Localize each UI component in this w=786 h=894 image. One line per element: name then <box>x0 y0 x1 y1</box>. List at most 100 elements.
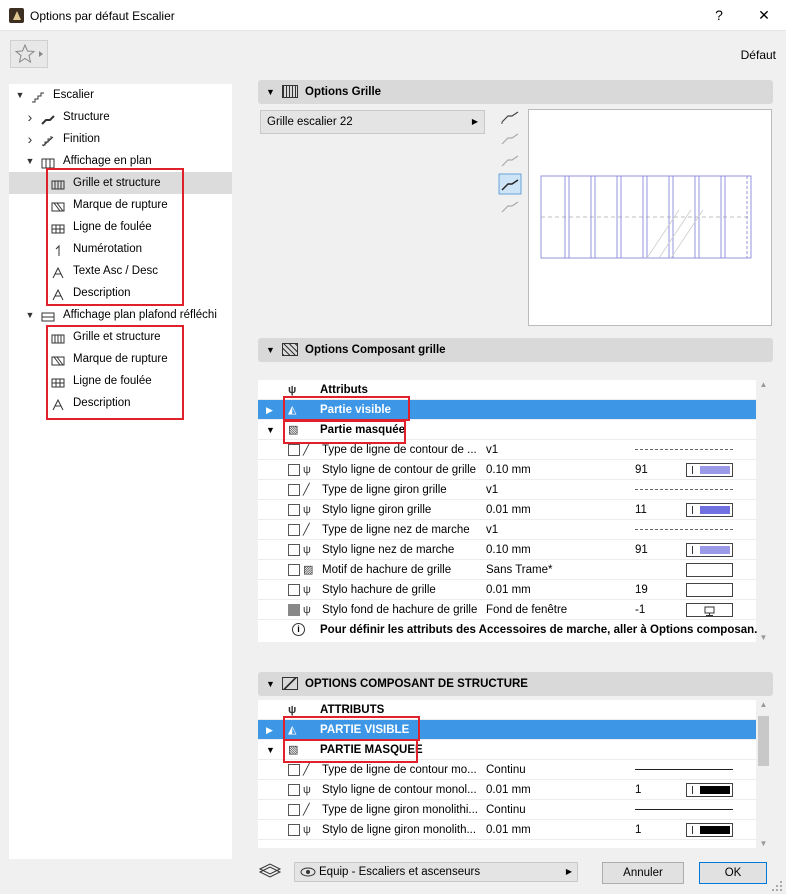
override-checkbox[interactable] <box>288 584 300 596</box>
tree-item-label: Affichage plan plafond réfléchi <box>63 309 217 321</box>
override-checkbox[interactable] <box>288 564 300 576</box>
attribute-value[interactable]: 0.01 mm <box>486 500 531 520</box>
ok-button[interactable]: OK <box>699 862 767 884</box>
line-preview <box>635 489 733 490</box>
layer-icon[interactable] <box>258 862 284 882</box>
pen-number[interactable]: 91 <box>635 460 648 480</box>
attribute-row[interactable]: ╱ Type de ligne giron monolithi... Continu <box>258 800 756 820</box>
override-checkbox[interactable] <box>288 804 300 816</box>
attribute-row[interactable]: ╱ Type de ligne de contour mo... Continu <box>258 760 756 780</box>
pen-color-swatch[interactable] <box>686 583 733 597</box>
section-grid-component[interactable]: ▼ Options Composant grille <box>258 338 773 362</box>
attribute-value[interactable]: 0.01 mm <box>486 580 531 600</box>
override-checkbox[interactable] <box>288 464 300 476</box>
override-checkbox[interactable] <box>288 524 300 536</box>
cancel-button[interactable]: Annuler <box>602 862 684 884</box>
tree-item[interactable]: › Finition <box>9 128 232 150</box>
stair-view-icon-2[interactable] <box>501 133 519 145</box>
attribute-value[interactable]: 0.01 mm <box>486 780 531 800</box>
tree-item[interactable]: ▼ Affichage plan plafond réfléchi <box>9 304 232 326</box>
override-checkbox[interactable] <box>288 444 300 456</box>
override-checkbox[interactable] <box>288 784 300 796</box>
attribute-row[interactable]: ψ Stylo ligne de contour monol... 0.01 mm 1 <box>258 780 756 800</box>
attribute-value[interactable]: Continu <box>486 760 526 780</box>
pen-number[interactable]: 11 <box>635 500 647 520</box>
override-checkbox[interactable] <box>288 484 300 496</box>
section-grid-options[interactable]: ▼ Options Grille <box>258 80 773 104</box>
attribute-value[interactable]: 0.10 mm <box>486 540 531 560</box>
stair-view-icon-3[interactable] <box>501 155 519 167</box>
override-checkbox[interactable] <box>288 604 300 616</box>
title-bar: Options par défaut Escalier ? ✕ <box>0 0 786 31</box>
collapse-arrow-icon[interactable]: ▼ <box>266 740 275 760</box>
pen-color-swatch[interactable] <box>686 463 733 477</box>
layer-select[interactable]: Equip - Escaliers et ascenseurs ▶ <box>294 862 578 882</box>
attribute-value[interactable]: 0.10 mm <box>486 460 531 480</box>
attribute-value[interactable]: v1 <box>486 480 498 500</box>
collapse-arrow-icon[interactable]: ▼ <box>15 84 25 106</box>
help-button[interactable]: ? <box>697 0 741 31</box>
override-checkbox[interactable] <box>288 824 300 836</box>
attribute-row[interactable]: ψ Stylo fond de hachure de grille Fond de … <box>258 600 756 620</box>
expand-arrow-icon[interactable]: › <box>25 128 35 150</box>
attribute-label: Stylo hachure de grille <box>322 584 436 596</box>
override-checkbox[interactable] <box>288 764 300 776</box>
pen-color-swatch[interactable] <box>686 563 733 577</box>
collapse-arrow-icon[interactable]: ▼ <box>266 420 275 440</box>
pen-number[interactable]: 1 <box>635 780 641 800</box>
pen-number[interactable]: -1 <box>635 600 645 620</box>
scroll-thumb[interactable] <box>758 716 769 766</box>
grid-type-select[interactable]: Grille escalier 22 ▶ <box>260 110 485 134</box>
grid-type-value: Grille escalier 22 <box>267 116 353 128</box>
expand-arrow-icon[interactable]: ▶ <box>266 720 273 740</box>
attribute-row[interactable]: ▨ Motif de hachure de grille Sans Trame* <box>258 560 756 580</box>
expand-arrow-icon[interactable]: ▶ <box>266 400 273 420</box>
attribute-row[interactable]: ψ Stylo ligne giron grille 0.01 mm 11 <box>258 500 756 520</box>
scroll-up-icon[interactable]: ▲ <box>757 380 770 389</box>
pen-color-swatch[interactable] <box>686 503 733 517</box>
pen-color-swatch[interactable] <box>686 543 733 557</box>
attribute-row[interactable]: ψ Stylo hachure de grille 0.01 mm 19 <box>258 580 756 600</box>
stair-view-icon-1[interactable] <box>501 111 519 124</box>
pen-number[interactable]: 91 <box>635 540 648 560</box>
attribute-row[interactable]: ψ Stylo ligne nez de marche 0.10 mm 91 <box>258 540 756 560</box>
highlight-box-ceiling <box>46 325 184 420</box>
expand-arrow-icon[interactable]: › <box>25 106 35 128</box>
attribute-row[interactable]: ╱ Type de ligne nez de marche v1 <box>258 520 756 540</box>
close-button[interactable]: ✕ <box>742 0 786 31</box>
line-type-icon: ╱ <box>303 524 310 536</box>
attribute-row[interactable]: ψ Stylo ligne de contour de grille 0.10 mm… <box>258 460 756 480</box>
grid-table-scrollbar[interactable]: ▲ ▼ <box>757 380 770 642</box>
attribute-value[interactable]: v1 <box>486 520 498 540</box>
structure-table-scrollbar[interactable]: ▲ ▼ <box>757 700 770 848</box>
scroll-down-icon[interactable]: ▼ <box>757 633 770 642</box>
stair-view-icon-5[interactable] <box>501 201 519 213</box>
tree-item[interactable]: ▼ Escalier <box>9 84 232 106</box>
pen-color-swatch[interactable] <box>686 783 733 797</box>
attribute-row[interactable]: ψ Stylo de ligne giron monolith... 0.01 mm… <box>258 820 756 840</box>
attribute-value[interactable]: Fond de fenêtre <box>486 600 567 620</box>
collapse-arrow-icon[interactable]: ▼ <box>25 150 35 172</box>
attribute-row[interactable]: ╱ Type de ligne giron grille v1 <box>258 480 756 500</box>
info-text: Pour définir les attributs des Accessoir… <box>320 624 764 636</box>
override-checkbox[interactable] <box>288 544 300 556</box>
attribute-value[interactable]: Continu <box>486 800 526 820</box>
background-color-swatch[interactable] <box>686 603 733 617</box>
pen-number[interactable]: 19 <box>635 580 648 600</box>
section-structure-component[interactable]: ▼ OPTIONS COMPOSANT DE STRUCTURE <box>258 672 773 696</box>
pen-icon: ψ <box>303 544 311 556</box>
collapse-arrow-icon[interactable]: ▼ <box>25 304 35 326</box>
attribute-value[interactable]: 0.01 mm <box>486 820 531 840</box>
tree-item[interactable]: › Structure <box>9 106 232 128</box>
favorites-button[interactable] <box>10 40 48 68</box>
scroll-down-icon[interactable]: ▼ <box>757 839 770 848</box>
attribute-label: Stylo ligne de contour de grille <box>322 464 477 476</box>
section-title: Options Composant grille <box>305 344 446 356</box>
pen-color-swatch[interactable] <box>686 823 733 837</box>
attribute-value[interactable]: Sans Trame* <box>486 560 552 580</box>
override-checkbox[interactable] <box>288 504 300 516</box>
resize-grip-icon[interactable] <box>771 880 783 892</box>
pen-number[interactable]: 1 <box>635 820 641 840</box>
attribute-value[interactable]: v1 <box>486 440 498 460</box>
scroll-up-icon[interactable]: ▲ <box>757 700 770 709</box>
